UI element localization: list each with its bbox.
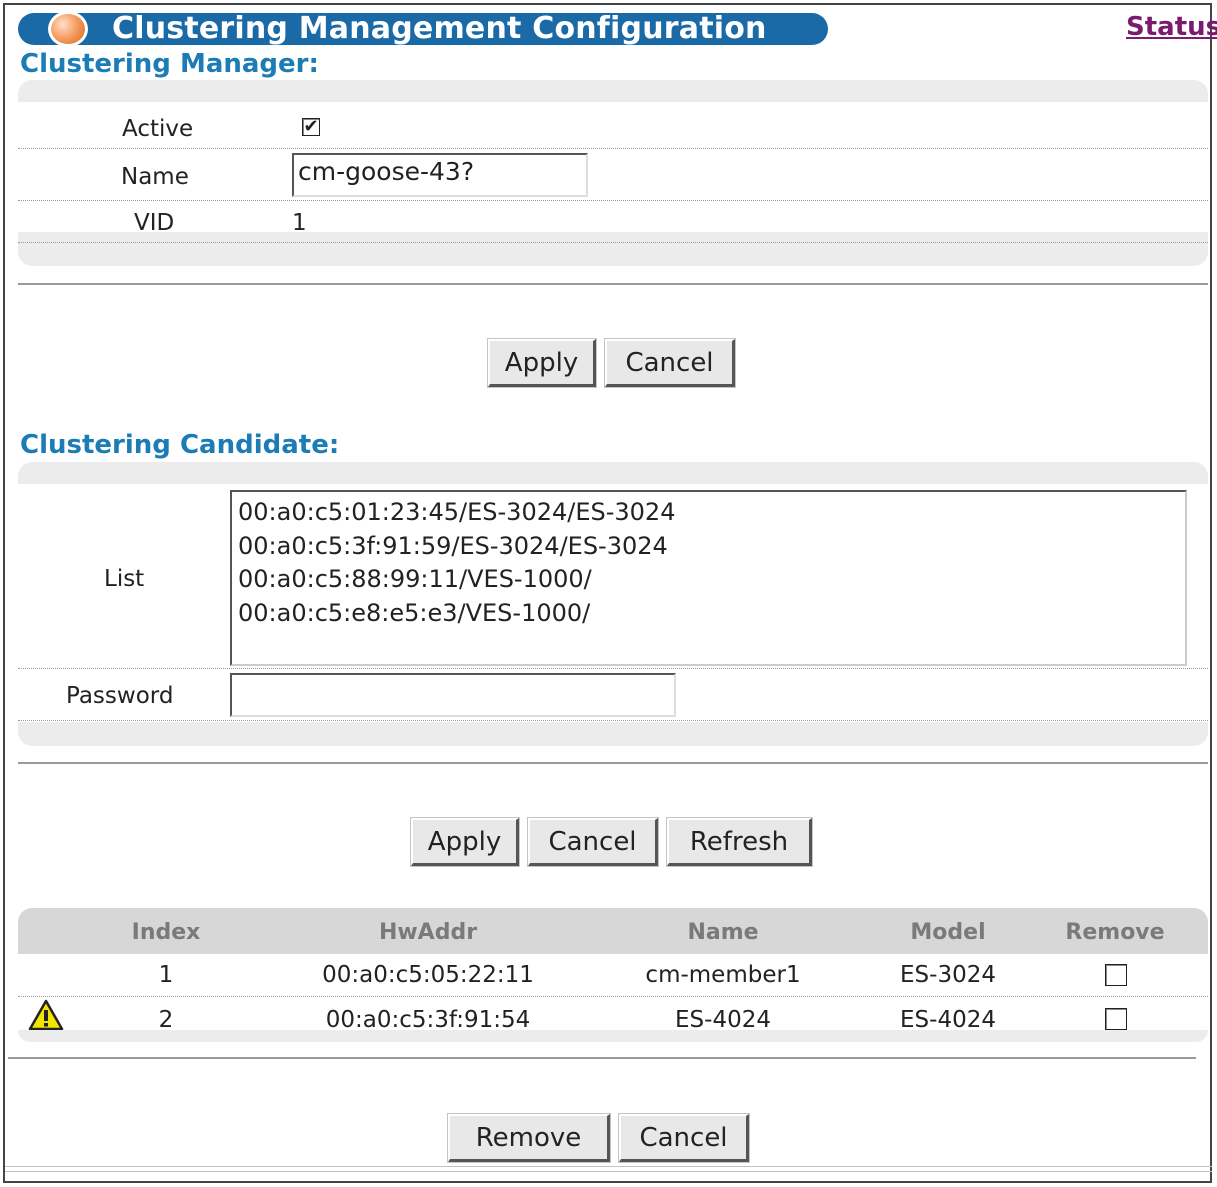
vid-value: 1 (292, 210, 307, 236)
active-checkbox[interactable]: ✔ (302, 118, 320, 136)
column-header-remove: Remove (1065, 920, 1165, 945)
list-item[interactable]: 00:a0:c5:3f:91:59/ES-3024/ES-3024 (238, 530, 1179, 564)
column-header-name: Name (687, 920, 759, 945)
column-header-model: Model (910, 920, 986, 945)
cell-name: cm-member1 (645, 962, 801, 988)
remove-checkbox[interactable] (1105, 1008, 1127, 1030)
remove-checkbox[interactable] (1105, 964, 1127, 986)
password-label: Password (66, 683, 174, 709)
divider (18, 283, 1208, 285)
candidate-section-title: Clustering Candidate: (20, 430, 340, 460)
candidate-apply-button[interactable]: Apply (411, 818, 519, 866)
cell-index: 1 (158, 962, 174, 988)
status-link[interactable]: Status (1126, 12, 1217, 42)
candidate-cancel-button[interactable]: Cancel (528, 818, 658, 866)
manager-apply-button[interactable]: Apply (488, 339, 596, 387)
name-label: Name (121, 164, 189, 190)
list-label: List (104, 566, 145, 592)
members-cancel-button[interactable]: Cancel (619, 1114, 749, 1162)
cell-model: ES-3024 (900, 962, 996, 988)
warning-triangle-icon (28, 999, 64, 1031)
name-field[interactable]: cm-goose-43? (292, 153, 588, 197)
list-item[interactable]: 00:a0:c5:88:99:11/VES-1000/ (238, 563, 1179, 597)
refresh-button[interactable]: Refresh (667, 818, 812, 866)
cell-hwaddr: 00:a0:c5:05:22:11 (322, 962, 534, 988)
orb-icon (48, 11, 88, 47)
password-field[interactable] (230, 673, 676, 717)
column-header-hwaddr: HwAddr (378, 920, 478, 945)
candidate-listbox[interactable]: 00:a0:c5:01:23:45/ES-3024/ES-3024 00:a0:… (230, 490, 1187, 666)
list-item[interactable]: 00:a0:c5:e8:e5:e3/VES-1000/ (238, 597, 1179, 631)
active-label: Active (122, 116, 194, 142)
column-header-index: Index (131, 920, 201, 945)
divider (18, 762, 1208, 764)
manager-panel (18, 80, 1208, 266)
divider (8, 1057, 1196, 1059)
manager-section-title: Clustering Manager: (20, 49, 319, 79)
remove-button[interactable]: Remove (448, 1114, 610, 1162)
footer-line (5, 1166, 1212, 1167)
vid-label: VID (134, 210, 175, 236)
members-table-footer (18, 1030, 1208, 1042)
manager-cancel-button[interactable]: Cancel (605, 339, 735, 387)
page-title: Clustering Management Configuration (112, 11, 767, 46)
list-item[interactable]: 00:a0:c5:01:23:45/ES-3024/ES-3024 (238, 496, 1179, 530)
footer-line (5, 1171, 1212, 1172)
